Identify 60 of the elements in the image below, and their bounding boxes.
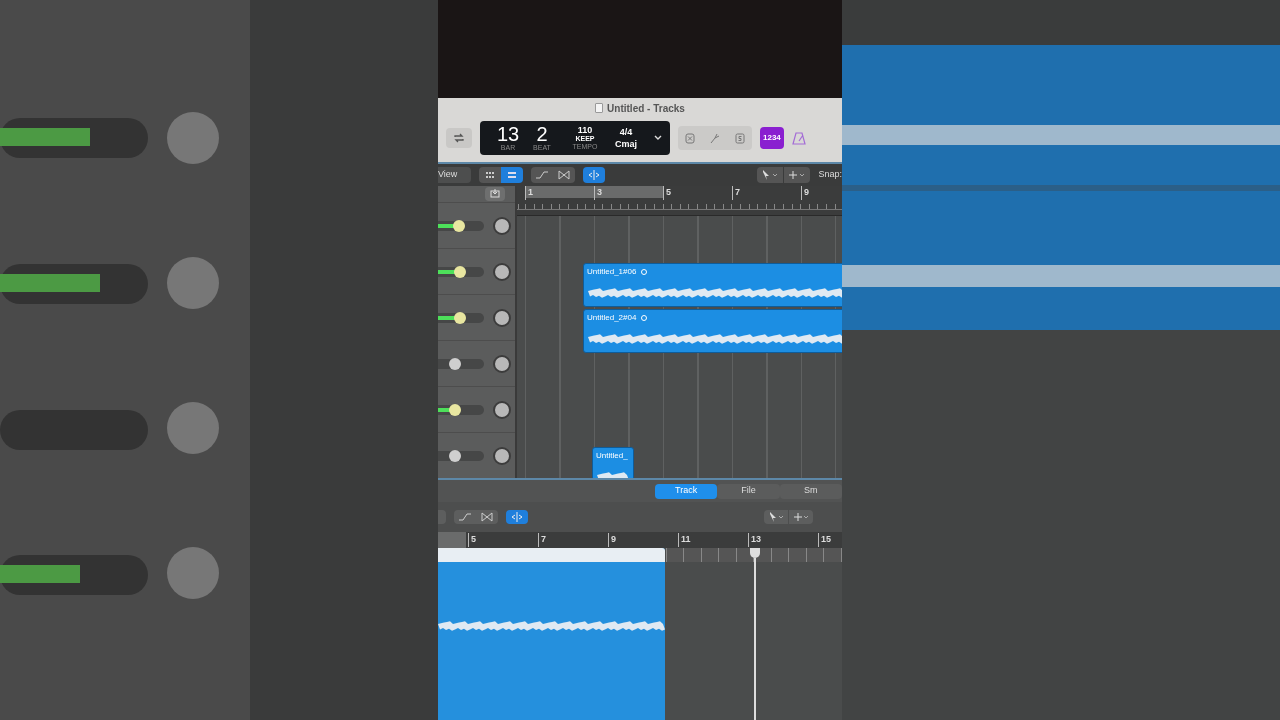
bar-number: 5 [468,533,476,547]
audio-region[interactable]: Untitled_2#04 [583,309,842,353]
metronome-icon[interactable] [791,131,806,145]
volume-slider[interactable] [438,450,484,461]
editor-tab[interactable]: Sm [779,483,842,499]
bar-value: 13 [496,124,520,144]
pan-knob[interactable] [493,216,511,235]
beat-value: 2 [536,124,548,144]
editor-tab[interactable]: File [717,483,780,499]
flex-icon[interactable] [553,167,576,183]
window-title: Untitled - Tracks [607,101,685,116]
document-icon [595,103,604,113]
count-in-button[interactable]: 1234 [760,127,784,149]
bar-number: 7 [732,186,740,200]
volume-slider[interactable] [438,404,484,415]
flex-icon[interactable] [476,510,498,524]
audio-region[interactable]: Untitled_1#06 [583,263,842,307]
bar-number: 11 [678,533,691,547]
volume-slider[interactable] [438,220,484,231]
tray-icon[interactable] [485,187,505,201]
audio-region[interactable] [438,548,665,720]
plus-tool-icon[interactable] [784,167,811,183]
time-signature: 4/4 [619,126,633,138]
pan-knob[interactable] [493,354,511,373]
audio-region[interactable]: Untitled_ [592,447,634,478]
bar-number: 5 [663,186,671,200]
bar-number: 3 [594,186,602,200]
grid-view-icon[interactable] [479,167,502,183]
bar-number: 13 [748,533,761,547]
bar-number: 9 [801,186,809,200]
pan-knob[interactable] [493,400,511,419]
region-name: Untitled_2#04 [587,312,637,324]
bar-number: 15 [818,533,831,547]
snap-icon[interactable] [506,510,528,524]
playhead[interactable] [750,548,760,720]
region-name: Untitled_1#06 [587,266,637,278]
bar-number: 7 [538,533,546,547]
pan-knob[interactable] [493,262,511,281]
editor-tab[interactable]: Track [655,483,718,499]
key-signature: Cmaj [615,138,637,150]
cycle-icon [453,133,465,143]
cycle-button[interactable] [446,128,472,148]
plus-tool-icon[interactable] [789,510,813,524]
snap-icon[interactable] [583,167,606,183]
view-menu[interactable]: View [438,167,472,183]
automation-icon[interactable] [531,167,554,183]
volume-slider[interactable] [438,358,484,369]
bar-number: 9 [608,533,616,547]
pan-knob[interactable] [493,308,511,327]
tempo-value: 110 [577,125,593,135]
snap-label: Snap: [818,168,842,182]
region-name: Untitled_ [596,450,628,462]
bar-number: 1 [525,186,533,200]
list-view-icon[interactable] [501,167,524,183]
pan-knob[interactable] [493,446,511,465]
square-s-icon[interactable] [734,132,745,144]
volume-slider[interactable] [438,312,484,323]
volume-slider[interactable] [438,266,484,277]
pointer-tool-icon[interactable] [757,167,784,183]
pointer-tool-icon[interactable] [764,510,788,524]
